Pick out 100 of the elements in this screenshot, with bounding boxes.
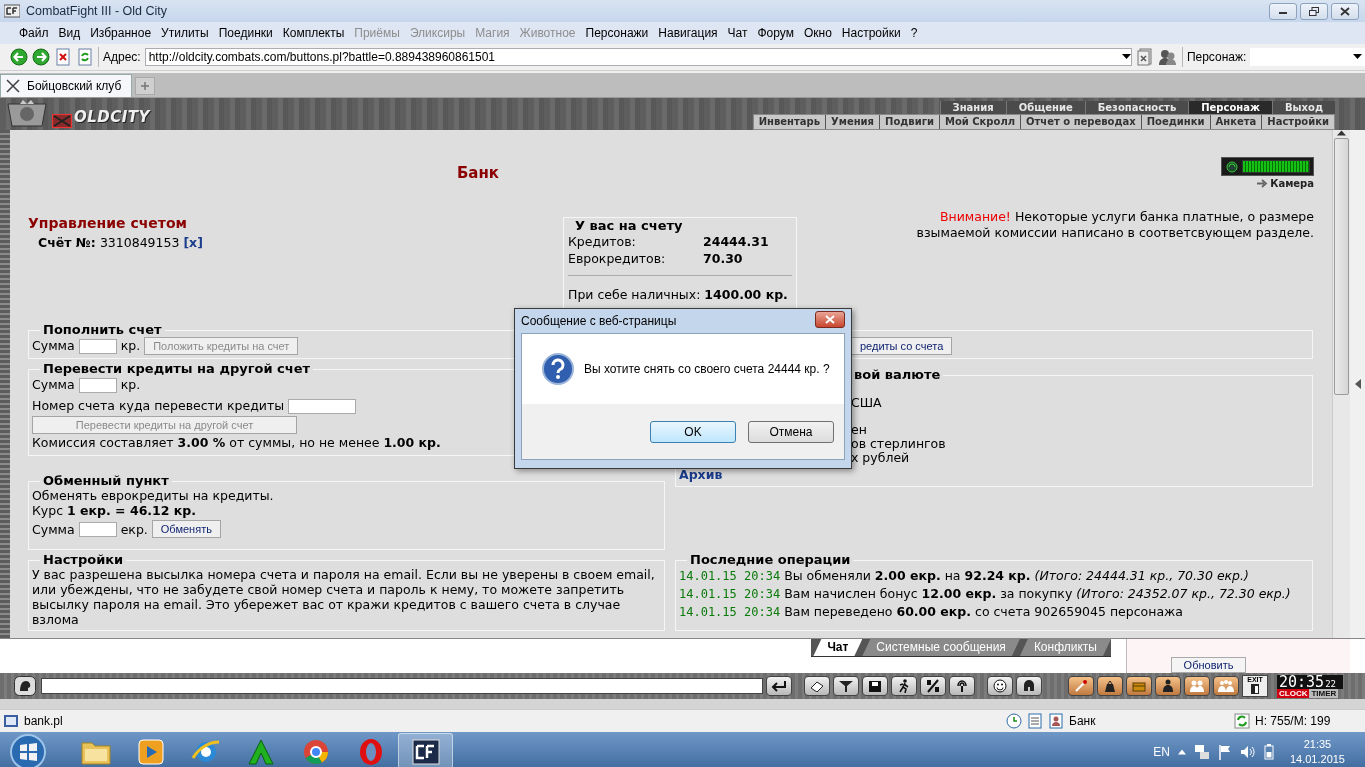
tray-date[interactable]: 14.01.2015 xyxy=(1289,751,1345,767)
nav-tab[interactable]: Знания xyxy=(939,101,1006,114)
history-icon[interactable] xyxy=(1006,713,1022,729)
portrait-icon[interactable] xyxy=(1048,713,1064,729)
scroll-thumb[interactable] xyxy=(1334,138,1349,395)
helmet-icon[interactable] xyxy=(1022,679,1036,693)
figure-icon[interactable] xyxy=(1161,679,1175,693)
menu-item[interactable]: Персонажи xyxy=(580,26,654,40)
tray-arrow-icon[interactable] xyxy=(1177,748,1186,755)
save-button[interactable] xyxy=(862,676,888,696)
nav-link[interactable]: Анкета xyxy=(1209,115,1262,129)
chest-icon[interactable] xyxy=(1132,679,1146,693)
nav-link[interactable]: Мой Скролл xyxy=(938,115,1021,129)
timer-tab[interactable]: TIMER xyxy=(1309,688,1339,698)
menu-item[interactable]: Настройки xyxy=(836,26,906,40)
forward-icon[interactable] xyxy=(32,48,50,66)
archive-link[interactable]: Архив xyxy=(679,467,1309,483)
account-field[interactable] xyxy=(288,398,357,414)
menu-item[interactable]: Навигация xyxy=(653,26,723,40)
nav-link[interactable]: Подвиги xyxy=(879,115,939,129)
menu-item[interactable]: Утилиты xyxy=(156,26,214,40)
close-button[interactable] xyxy=(1331,2,1359,20)
bag-button[interactable] xyxy=(1097,676,1123,696)
scrollbar[interactable] xyxy=(1332,130,1350,638)
remove-link[interactable]: [x] xyxy=(183,235,203,250)
exchange-button[interactable]: Обменять xyxy=(151,520,221,538)
slash-icon[interactable] xyxy=(926,679,940,693)
nav-tab[interactable]: Выход xyxy=(1271,101,1335,114)
menu-item[interactable]: Вид xyxy=(53,26,86,40)
filter-button[interactable] xyxy=(833,676,859,696)
speaker-head-icon[interactable] xyxy=(14,676,36,696)
back-icon[interactable] xyxy=(10,48,28,66)
chat-input[interactable] xyxy=(41,678,763,694)
helmet-button[interactable] xyxy=(1016,676,1042,696)
menu-item[interactable]: Избранное xyxy=(85,26,157,40)
filter-icon[interactable] xyxy=(838,680,854,692)
tray-time[interactable]: 21:35 xyxy=(1303,736,1332,752)
runner-icon[interactable] xyxy=(897,679,911,693)
dropdown-icon[interactable] xyxy=(1353,54,1362,60)
plus-icon[interactable] xyxy=(140,81,151,91)
enter-icon[interactable] xyxy=(771,680,787,692)
battery-icon[interactable] xyxy=(1263,743,1274,760)
crowd-button[interactable] xyxy=(1213,676,1239,696)
menu-item[interactable]: Чат xyxy=(722,26,753,40)
menu-item[interactable]: Окно xyxy=(798,26,837,40)
nav-link[interactable]: Отчет о переводах xyxy=(1020,115,1141,129)
amount-field[interactable] xyxy=(78,521,117,537)
camera-link[interactable]: Камера xyxy=(1270,178,1314,189)
nav-link[interactable]: Умения xyxy=(825,115,880,129)
menu-item[interactable]: ? xyxy=(905,26,923,40)
nav-tab[interactable]: Безопасность xyxy=(1084,101,1189,114)
chat-tab[interactable]: Чат xyxy=(813,639,863,656)
flag-icon[interactable] xyxy=(1217,743,1232,760)
amount-field[interactable] xyxy=(78,338,117,354)
eraser-button[interactable] xyxy=(804,676,830,696)
address-field[interactable]: http://oldcity.combats.com/buttons.pl?battle=0.889438960861501 xyxy=(144,48,1132,66)
dialog-close-button[interactable] xyxy=(815,310,845,328)
nav-tab[interactable]: Общение xyxy=(1005,101,1085,114)
figure-button[interactable] xyxy=(1155,676,1181,696)
nav-link[interactable]: Инвентарь xyxy=(753,115,826,129)
menu-item[interactable]: Комплекты xyxy=(277,26,350,40)
stop-icon[interactable] xyxy=(54,48,72,66)
send-button[interactable] xyxy=(766,676,792,696)
refresh-button[interactable]: Обновить xyxy=(1170,657,1247,673)
dropdown-icon[interactable] xyxy=(1121,54,1131,60)
close-icon[interactable] xyxy=(1340,6,1350,16)
withdraw-button[interactable]: редиты со счета xyxy=(851,337,953,355)
collapse-icon[interactable] xyxy=(1354,379,1361,389)
crossed-flags-icon[interactable] xyxy=(52,114,72,128)
slash-button[interactable] xyxy=(920,676,946,696)
nav-link[interactable]: Поединки xyxy=(1140,115,1210,129)
restore-icon[interactable] xyxy=(1309,6,1319,16)
menu-item[interactable]: Поединки xyxy=(213,26,278,40)
page-icon[interactable] xyxy=(1135,48,1154,66)
camera-widget[interactable] xyxy=(1221,157,1314,176)
smiley-button[interactable] xyxy=(987,676,1013,696)
smiley-icon[interactable] xyxy=(993,679,1007,693)
sound-icon[interactable] xyxy=(955,679,969,693)
menu-item[interactable]: Файл xyxy=(14,26,54,40)
amount-field[interactable] xyxy=(78,377,117,393)
nav-link[interactable]: Настройки xyxy=(1261,115,1334,129)
dialog-button[interactable]: OK xyxy=(650,420,736,443)
dialog-button[interactable]: Отмена xyxy=(748,420,834,443)
bag-icon[interactable] xyxy=(1103,679,1117,693)
users-icon[interactable] xyxy=(1157,48,1178,66)
group-button[interactable] xyxy=(1184,676,1210,696)
minimize-button[interactable] xyxy=(1269,2,1297,20)
eraser-icon[interactable] xyxy=(809,680,825,692)
clock-tab[interactable]: CLOCK xyxy=(1277,688,1310,698)
start-icon[interactable] xyxy=(8,732,47,767)
wand-icon[interactable] xyxy=(1074,679,1088,693)
nav-tab[interactable]: Персонаж xyxy=(1188,101,1272,114)
language-indicator[interactable]: EN xyxy=(1153,744,1170,759)
network-icon[interactable] xyxy=(1193,743,1210,760)
wand-button[interactable] xyxy=(1068,676,1094,696)
restore-button[interactable] xyxy=(1300,2,1328,20)
menu-item[interactable]: Форум xyxy=(752,26,799,40)
floppy-icon[interactable] xyxy=(868,679,882,693)
browser-tab[interactable]: Бойцовский клуб xyxy=(0,74,133,97)
sound-button[interactable] xyxy=(949,676,975,696)
